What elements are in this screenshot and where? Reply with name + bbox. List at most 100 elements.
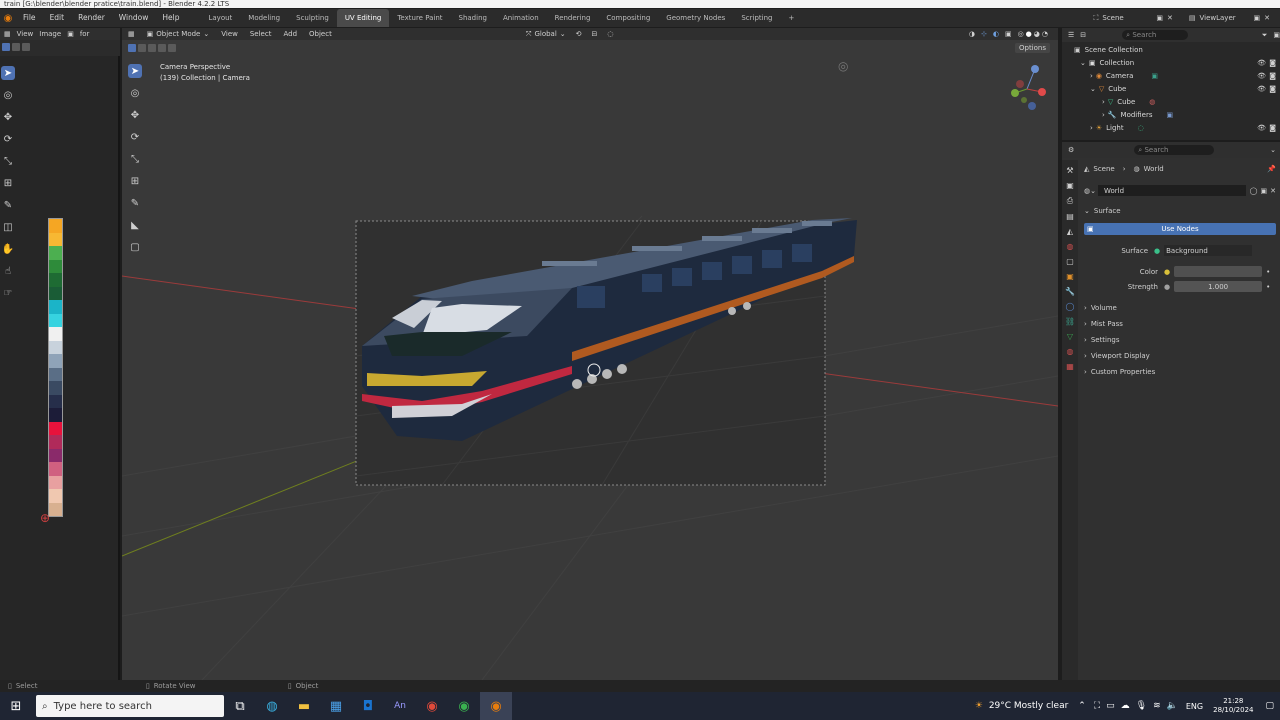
outliner-item-cube[interactable]: ⌄ ▽ Cube 👁 ◙ — [1062, 82, 1280, 95]
weather-widget[interactable]: ☀ 29°C Mostly clear — [975, 701, 1069, 711]
texture-tab-icon[interactable]: ▦ — [1066, 362, 1074, 371]
shading-rendered-icon[interactable]: ◔ — [1042, 30, 1048, 38]
world-tab-icon[interactable]: ◍ — [1067, 242, 1074, 251]
menu-file[interactable]: File — [16, 9, 43, 27]
viewport-menu-select[interactable]: Select — [250, 30, 272, 38]
shading-solid-icon[interactable]: ● — [1026, 30, 1032, 38]
battery-icon[interactable]: ▭ — [1106, 701, 1115, 711]
rip-tool-icon[interactable]: ◫ — [1, 220, 15, 234]
fake-user-icon[interactable]: ◯ — [1250, 187, 1258, 195]
outliner-search-input[interactable]: ⌕ Search — [1122, 30, 1189, 40]
material-tab-icon[interactable]: ◍ — [1067, 347, 1074, 356]
adobe-animate-icon[interactable]: An — [384, 692, 416, 720]
show-hidden-icons-icon[interactable]: ⌃ — [1078, 701, 1086, 711]
vp-add-cube-tool-icon[interactable]: ▢ — [128, 240, 142, 254]
snap-icon[interactable]: ⊟ — [592, 30, 598, 38]
world-name-field[interactable]: World — [1097, 185, 1246, 196]
visibility-icon[interactable]: ◑ — [969, 30, 975, 38]
material-icon[interactable]: ◍ — [1149, 98, 1155, 106]
menu-edit[interactable]: Edit — [43, 9, 72, 27]
outliner-item-modifiers[interactable]: › 🔧 Modifiers ▣ — [1062, 108, 1280, 121]
image-browse-icon[interactable]: ▣ — [67, 30, 74, 38]
close-scene-icon[interactable]: ✕ — [1167, 14, 1173, 22]
vp-cursor-tool-icon[interactable]: ◎ — [128, 86, 142, 100]
pinch-tool-icon[interactable]: ☞ — [1, 286, 15, 300]
image-view-menu[interactable]: View — [17, 30, 34, 38]
annotate-tool-icon[interactable]: ✎ — [1, 198, 15, 212]
vp-scale-tool-icon[interactable]: ⤡ — [128, 152, 142, 166]
render-camera-icon[interactable]: ◙ — [1269, 59, 1276, 67]
move-tool-icon[interactable]: ✥ — [1, 110, 15, 124]
render-camera-icon[interactable]: ◙ — [1269, 85, 1276, 93]
modifier-icon[interactable]: ▣ — [1166, 111, 1173, 119]
vp-move-tool-icon[interactable]: ✥ — [128, 108, 142, 122]
tab-texture-paint[interactable]: Texture Paint — [389, 9, 450, 27]
chevron-right-icon[interactable]: › — [1102, 98, 1105, 106]
pivot-icon[interactable]: ⟲ — [576, 30, 582, 38]
outliner-panel[interactable]: ☰ ⊟ ⌕ Search ⏷ ▣ ▣ Scene Collection ⌄ ▣ … — [1062, 28, 1280, 140]
collection-tab-icon[interactable]: ▢ — [1066, 257, 1074, 266]
visibility-eye-icon[interactable]: 👁 — [1257, 72, 1266, 80]
new-collection-icon[interactable]: ▣ — [1273, 31, 1280, 39]
volume-panel-header[interactable]: › Volume — [1084, 300, 1276, 315]
viewport-menu-view[interactable]: View — [221, 30, 238, 38]
chevron-down-icon[interactable]: ⌄ — [1090, 85, 1096, 93]
tab-animation[interactable]: Animation — [495, 9, 547, 27]
image-image-menu[interactable]: Image — [39, 30, 61, 38]
visibility-eye-icon[interactable]: 👁 — [1257, 85, 1266, 93]
relax-tool-icon[interactable]: ☝ — [1, 264, 15, 278]
vp-select-intersect-icon[interactable] — [168, 44, 176, 52]
chevron-down-icon[interactable]: ⌄ — [1270, 146, 1276, 154]
file-explorer-icon[interactable]: ▬ — [288, 692, 320, 720]
language-indicator[interactable]: ENG — [1186, 702, 1203, 711]
modifier-tab-icon[interactable]: 🔧 — [1065, 287, 1075, 296]
microsoft-store-icon[interactable]: ▦ — [320, 692, 352, 720]
surface-panel-header[interactable]: ⌄ Surface — [1084, 203, 1276, 218]
scene-tab-icon[interactable]: ◭ — [1067, 227, 1073, 236]
task-view-icon[interactable]: ⧉ — [224, 692, 256, 720]
scale-tool-icon[interactable]: ⤡ — [1, 154, 15, 168]
physics-tab-icon[interactable]: ◯ — [1066, 302, 1075, 311]
tab-modeling[interactable]: Modeling — [240, 9, 288, 27]
copy-world-icon[interactable]: ▣ — [1261, 187, 1268, 195]
microphone-icon[interactable]: 🎙 — [1136, 701, 1147, 711]
chevron-right-icon[interactable]: › — [1090, 72, 1093, 80]
light-data-icon[interactable]: ◌ — [1138, 124, 1144, 132]
vp-select-extend-icon[interactable] — [138, 44, 146, 52]
tab-rendering[interactable]: Rendering — [547, 9, 599, 27]
chevron-down-icon[interactable]: ⌄ — [1080, 59, 1086, 67]
select-subtract-icon[interactable] — [22, 43, 30, 51]
vp-select-subtract-icon[interactable] — [148, 44, 156, 52]
viewport-menu-object[interactable]: Object — [309, 30, 332, 38]
view-layer-selector[interactable]: ▤ ViewLayer ▣ ✕ — [1189, 14, 1270, 22]
strength-field[interactable]: 1.000 — [1174, 281, 1263, 292]
rotate-tool-icon[interactable]: ⟳ — [1, 132, 15, 146]
options-button[interactable]: Options — [1014, 43, 1050, 53]
vp-annotate-tool-icon[interactable]: ✎ — [128, 196, 142, 210]
menu-render[interactable]: Render — [71, 9, 112, 27]
tab-layout[interactable]: Layout — [200, 9, 240, 27]
pin-icon[interactable]: 📌 — [1267, 165, 1276, 173]
color-swatch[interactable] — [1174, 266, 1263, 277]
menu-window[interactable]: Window — [112, 9, 156, 27]
copy-scene-icon[interactable]: ▣ — [1156, 14, 1163, 22]
vp-select-tool-icon[interactable]: ➤ — [128, 64, 142, 78]
tool-tab-icon[interactable]: ⚒ — [1066, 166, 1073, 175]
outliner-item-light[interactable]: › ☀ Light ◌ 👁 ◙ — [1062, 121, 1280, 134]
use-nodes-button[interactable]: ▣ Use Nodes — [1084, 222, 1276, 235]
vp-measure-tool-icon[interactable]: ◣ — [128, 218, 142, 232]
tray-app-icon[interactable]: ⛶ — [1094, 701, 1100, 711]
3d-viewport[interactable]: ◎ ➤ ◎ ✥ ⟳ ⤡ ⊞ ✎ ◣ ▢ Camera Perspective (… — [122, 56, 1058, 680]
scene-selector[interactable]: ⛶ Scene ▣ ✕ — [1093, 14, 1172, 23]
proportional-edit-icon[interactable]: ◌ — [607, 30, 613, 38]
tab-geometry-nodes[interactable]: Geometry Nodes — [658, 9, 733, 27]
image-slot[interactable]: for — [80, 30, 90, 38]
menu-help[interactable]: Help — [155, 9, 186, 27]
output-tab-icon[interactable]: ⎙ — [1067, 196, 1073, 206]
keyframe-dot-icon[interactable]: • — [1266, 283, 1270, 291]
transform-tool-icon[interactable]: ⊞ — [1, 176, 15, 190]
visibility-eye-icon[interactable]: 👁 — [1257, 124, 1266, 132]
shading-wireframe-icon[interactable]: ◎ — [1018, 30, 1024, 38]
settings-panel-header[interactable]: › Settings — [1084, 332, 1276, 347]
chrome-profile-icon[interactable]: ◉ — [448, 692, 480, 720]
